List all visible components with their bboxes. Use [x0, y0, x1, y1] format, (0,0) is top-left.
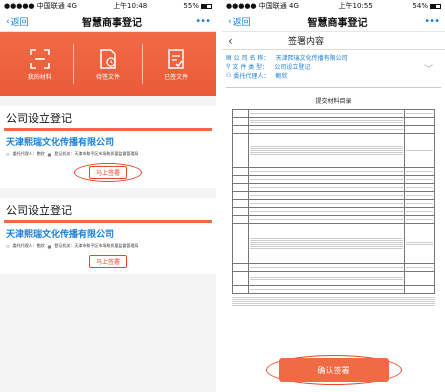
banner-label: 我的材料 — [27, 73, 52, 81]
info-value: 公司设立登记 — [274, 64, 311, 71]
calendar-icon: ▦ — [47, 243, 52, 249]
document-table — [232, 109, 435, 294]
sub-header: ‹ 签署内容 — [222, 32, 445, 50]
chevron-left-icon: ‹ — [6, 16, 10, 27]
signed-doc-icon — [168, 48, 184, 69]
document-footnote — [232, 297, 435, 306]
divider — [141, 44, 143, 84]
card-accent-bar — [4, 220, 212, 223]
banner-item-materials[interactable]: 我的材料 — [10, 48, 70, 81]
sign-now-button[interactable]: 马上签署 — [89, 255, 127, 268]
more-menu-button[interactable]: ••• — [424, 16, 440, 27]
button-wrap: 马上签署 — [4, 160, 212, 182]
highlight-circle: 确认签署 — [265, 355, 402, 385]
status-bar: ●●●●● 中国联通 4G 上午10:55 54% — [222, 0, 445, 12]
person-icon: ⚇ — [226, 72, 232, 79]
agent-text: 委托代理人：鲍欣 — [12, 151, 45, 156]
more-menu-button[interactable]: ••• — [195, 16, 211, 27]
sign-now-button[interactable]: 马上签署 — [89, 166, 127, 179]
info-label: 文 件 类 型： — [232, 64, 269, 71]
page-title: 签署内容 — [288, 37, 325, 47]
phone-left: ●●●●● 中国联通 4G 上午10:48 55% ‹ 返回 智慧商事登记 ••… — [0, 0, 216, 392]
building-icon: ▤ — [226, 54, 232, 61]
nav-bar: ‹ 返回 智慧商事登记 ••• — [222, 12, 445, 32]
registration-card: 公司设立登记 天津熙瑞文化传播有限公司 ⚇ 委托代理人：鲍欣 ▦ 登记机关：天津… — [0, 198, 216, 274]
info-value: 天津熙瑞文化传播有限公司 — [275, 55, 348, 62]
back-button[interactable]: ‹ 返回 — [228, 15, 251, 29]
highlight-circle: 马上签署 — [74, 163, 142, 182]
back-label: 返回 — [232, 18, 251, 28]
pending-doc-icon — [100, 48, 116, 69]
network: 4G — [289, 2, 299, 10]
info-label: 委托代理人： — [233, 73, 270, 80]
scan-icon — [29, 48, 50, 69]
nav-title: 智慧商事登记 — [307, 18, 368, 29]
document-title: 提交材料目录 — [315, 98, 352, 105]
battery-percent: 55% — [183, 2, 199, 10]
confirm-bar: 确认签署 — [222, 348, 445, 392]
phone-right: ●●●●● 中国联通 4G 上午10:55 54% ‹ 返回 智慧商事登记 ••… — [222, 0, 445, 392]
battery-percent: 54% — [412, 2, 428, 10]
person-icon: ⚇ — [6, 151, 10, 157]
document-info: ▤ 公 司 名 称： 天津熙瑞文化传播有限公司 ⚲ 文 件 类 型： 公司设立登… — [222, 50, 445, 83]
info-row-type: ⚲ 文 件 类 型： 公司设立登记 — [226, 62, 441, 71]
clock: 上午10:55 — [338, 2, 373, 10]
info-row-company: ▤ 公 司 名 称： 天津熙瑞文化传播有限公司 — [226, 53, 441, 62]
carrier: ●●●●● 中国联通 — [226, 2, 287, 10]
nav-title: 智慧商事登记 — [81, 18, 142, 29]
calendar-icon: ▦ — [47, 151, 52, 157]
info-row-agent: ⚇ 委托代理人： 鲍欣 — [226, 71, 441, 80]
info-label: 公 司 名 称： — [233, 55, 270, 62]
document-preview[interactable]: 提交材料目录 — [226, 87, 441, 345]
chevron-left-icon: ‹ — [228, 16, 232, 27]
banner-item-signed[interactable]: 已签文件 — [146, 48, 206, 81]
registration-card: 公司设立登记 天津熙瑞文化传播有限公司 ⚇ 委托代理人：鲍欣 ▦ 登记机关：天津… — [0, 106, 216, 188]
chevron-down-icon[interactable]: ﹀ — [424, 62, 433, 75]
status-bar: ●●●●● 中国联通 4G 上午10:48 55% — [0, 0, 216, 12]
back-button[interactable]: ‹ 返回 — [6, 15, 29, 29]
banner: 我的材料 待签文件 已签文件 — [0, 32, 216, 96]
agent-text: 委托代理人：鲍欣 — [12, 243, 45, 248]
nav-bar: ‹ 返回 智慧商事登记 ••• — [0, 12, 216, 32]
person-icon: ⚇ — [6, 243, 10, 249]
card-meta: ⚇ 委托代理人：鲍欣 ▦ 登记机关：天津市和平区市场和质量监督管理局 — [4, 148, 212, 160]
authority-text: 登记机关：天津市和平区市场和质量监督管理局 — [54, 243, 139, 248]
back-label: 返回 — [10, 18, 29, 28]
chevron-left-icon[interactable]: ‹ — [228, 34, 288, 48]
card-accent-bar — [4, 128, 212, 131]
confirm-sign-button[interactable]: 确认签署 — [278, 358, 389, 382]
banner-item-pending[interactable]: 待签文件 — [78, 48, 138, 81]
banner-label: 待签文件 — [95, 73, 120, 81]
card-meta: ⚇ 委托代理人：鲍欣 ▦ 登记机关：天津市和平区市场和质量监督管理局 — [4, 240, 212, 252]
divider — [73, 44, 75, 84]
battery-icon — [429, 3, 441, 9]
banner-label: 已签文件 — [164, 73, 189, 81]
carrier: ●●●●● 中国联通 — [4, 2, 65, 10]
link-icon: ⚲ — [226, 63, 231, 70]
clock: 上午10:48 — [113, 2, 148, 10]
network: 4G — [67, 2, 77, 10]
card-title: 公司设立登记 — [6, 112, 72, 125]
company-name: 天津熙瑞文化传播有限公司 — [6, 138, 115, 148]
battery-icon — [200, 3, 212, 9]
card-title: 公司设立登记 — [6, 204, 72, 217]
button-wrap: 马上签署 — [4, 252, 212, 268]
authority-text: 登记机关：天津市和平区市场和质量监督管理局 — [54, 151, 139, 156]
company-name: 天津熙瑞文化传播有限公司 — [6, 230, 115, 240]
info-value: 鲍欣 — [275, 73, 288, 80]
